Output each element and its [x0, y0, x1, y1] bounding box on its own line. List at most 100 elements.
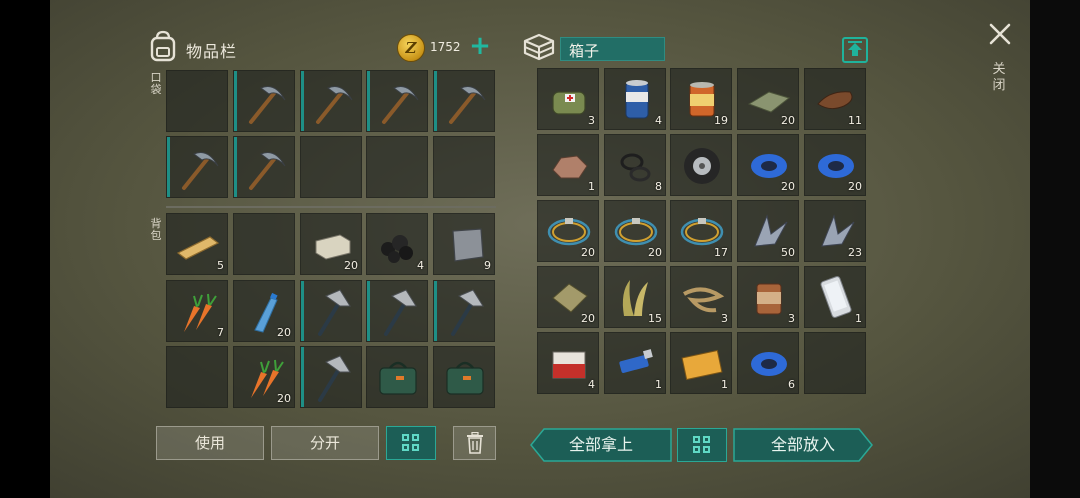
box-slot[interactable]: 20	[804, 134, 866, 196]
backpack-slot[interactable]: 7	[166, 280, 228, 342]
item-quantity: 4	[417, 259, 424, 272]
durability-bar	[434, 281, 437, 341]
sort-upload-button[interactable]	[842, 37, 868, 63]
inventory-title: 物品栏	[186, 42, 238, 61]
pocket-slot[interactable]	[233, 136, 295, 198]
box-slot[interactable]: 19	[670, 68, 732, 130]
box-slot[interactable]: 1	[670, 332, 732, 394]
box-slot[interactable]: 4	[604, 68, 666, 130]
durability-bar	[234, 71, 237, 131]
pickaxe-icon	[249, 152, 286, 190]
backpack-slot[interactable]	[366, 280, 428, 342]
backpack-slot[interactable]	[166, 346, 228, 408]
pocket-slot[interactable]	[300, 70, 362, 132]
item-quantity: 20	[277, 392, 291, 405]
box-slot[interactable]: 20	[604, 200, 666, 262]
pocket-slot[interactable]	[300, 136, 362, 198]
box-title: 箱子	[560, 37, 665, 61]
backpack-slot[interactable]: 9	[433, 213, 495, 275]
hatchet-icon	[384, 289, 417, 336]
item-quantity: 5	[217, 259, 224, 272]
box-slot[interactable]: 15	[604, 266, 666, 328]
medkit-bag-icon	[379, 361, 417, 395]
backpack-slot[interactable]: 20	[300, 213, 362, 275]
item-quantity: 20	[781, 180, 795, 193]
durability-bar	[434, 71, 437, 131]
item-quantity: 20	[848, 180, 862, 193]
medkit-bag-icon	[446, 361, 484, 395]
backpack-slot[interactable]: 20	[233, 346, 295, 408]
item-quantity: 20	[277, 326, 291, 339]
pocket-slot[interactable]	[366, 136, 428, 198]
box-slot[interactable]: 3	[737, 266, 799, 328]
trash-button[interactable]	[453, 426, 496, 460]
box-slot[interactable]: 4	[537, 332, 599, 394]
box-slot[interactable]: 20	[537, 266, 599, 328]
box-slot[interactable]: 1	[804, 266, 866, 328]
box-slot[interactable]: 20	[737, 134, 799, 196]
close-label[interactable]: 关闭	[990, 62, 1008, 94]
box-slot[interactable]: 17	[670, 200, 732, 262]
box-slot[interactable]: 20	[737, 68, 799, 130]
hatchet-icon	[318, 289, 351, 336]
item-quantity: 20	[648, 246, 662, 259]
backpack-slot[interactable]: 20	[233, 280, 295, 342]
item-quantity: 1	[855, 312, 862, 325]
box-slot[interactable]: 50	[737, 200, 799, 262]
item-quantity: 6	[788, 378, 795, 391]
pocket-slot[interactable]	[433, 136, 495, 198]
box-slot[interactable]: 1	[604, 332, 666, 394]
durability-bar	[301, 71, 304, 131]
item-quantity: 20	[781, 114, 795, 127]
backpack-slot[interactable]	[233, 213, 295, 275]
game-screen: 物品栏 Z 1752 + 箱子 关闭 口袋 背包 5 20 4 9 7 20 20 3 4 19…	[0, 0, 1080, 498]
sort-box-button[interactable]	[677, 428, 727, 462]
box-slot[interactable]: 6	[737, 332, 799, 394]
box-slot[interactable]: 23	[804, 200, 866, 262]
box-slot[interactable]: 11	[804, 68, 866, 130]
pocket-slot[interactable]	[433, 70, 495, 132]
screen-edge-right	[1030, 0, 1080, 498]
backpack-slot[interactable]	[433, 346, 495, 408]
hatchet-icon	[318, 355, 351, 402]
put-all-button[interactable]: 全部放入	[733, 428, 873, 462]
item-quantity: 4	[655, 114, 662, 127]
box-slot[interactable]: 8	[604, 134, 666, 196]
backpack-slot[interactable]: 4	[366, 213, 428, 275]
section-divider	[166, 206, 496, 208]
item-quantity: 20	[344, 259, 358, 272]
take-all-label: 全部拿上	[568, 435, 633, 454]
sort-inventory-button[interactable]	[386, 426, 436, 460]
box-slot[interactable]	[804, 332, 866, 394]
box-slot[interactable]	[670, 134, 732, 196]
backpack-slot[interactable]	[300, 346, 362, 408]
item-quantity: 1	[721, 378, 728, 391]
item-quantity: 3	[588, 114, 595, 127]
split-button[interactable]: 分开	[271, 426, 379, 460]
backpack-slot[interactable]: 5	[166, 213, 228, 275]
box-slot[interactable]: 3	[537, 68, 599, 130]
item-quantity: 17	[714, 246, 728, 259]
take-all-button[interactable]: 全部拿上	[530, 428, 672, 462]
item-quantity: 1	[588, 180, 595, 193]
grid-icon	[402, 434, 420, 452]
backpack-slot[interactable]	[366, 346, 428, 408]
box-slot[interactable]: 3	[670, 266, 732, 328]
close-icon[interactable]	[986, 20, 1014, 48]
item-quantity: 3	[788, 312, 795, 325]
pocket-slot[interactable]	[233, 70, 295, 132]
backpack-slot[interactable]	[433, 280, 495, 342]
pocket-slot[interactable]	[166, 70, 228, 132]
durability-bar	[234, 137, 237, 197]
box-slot[interactable]: 1	[537, 134, 599, 196]
box-icon	[523, 33, 555, 61]
add-coins-button[interactable]: +	[468, 33, 492, 59]
box-slot[interactable]: 20	[537, 200, 599, 262]
item-quantity: 11	[848, 114, 862, 127]
backpack-slot[interactable]	[300, 280, 362, 342]
item-quantity: 20	[581, 312, 595, 325]
pocket-slot[interactable]	[166, 136, 228, 198]
pocket-slot[interactable]	[366, 70, 428, 132]
pocket-label: 口袋	[150, 71, 162, 96]
use-button[interactable]: 使用	[156, 426, 264, 460]
